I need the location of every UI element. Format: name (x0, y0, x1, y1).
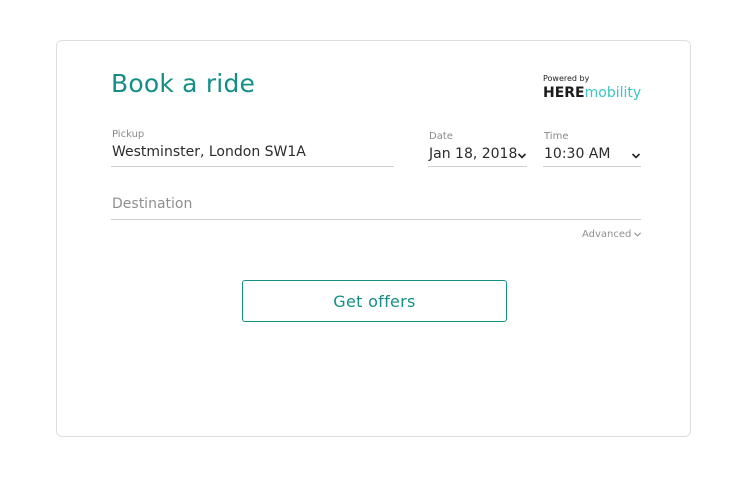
booking-card: Book a ride Powered by HEREmobility Pick… (56, 40, 691, 437)
brand-mobility-text: mobility (584, 85, 642, 101)
destination-underline (111, 219, 641, 220)
chevron-down-icon[interactable] (517, 151, 527, 161)
advanced-label: Advanced (582, 229, 632, 240)
pickup-label: Pickup (112, 129, 145, 140)
date-select[interactable]: Jan 18, 2018 (429, 146, 517, 162)
page-title: Book a ride (111, 69, 256, 98)
time-label: Time (544, 131, 569, 142)
date-underline (428, 166, 527, 167)
powered-by-label: Powered by (543, 74, 590, 83)
pickup-underline (111, 166, 394, 167)
date-label: Date (429, 131, 453, 142)
destination-input[interactable]: Destination (112, 196, 192, 212)
brand-here-text: HERE (543, 85, 585, 101)
chevron-down-icon (634, 231, 642, 237)
time-underline (543, 166, 641, 167)
get-offers-button[interactable]: Get offers (242, 280, 507, 322)
brand-logo: Powered by HEREmobility (543, 74, 643, 102)
pickup-input[interactable]: Westminster, London SW1A (112, 144, 306, 160)
chevron-down-icon[interactable] (631, 151, 641, 161)
time-select[interactable]: 10:30 AM (544, 146, 610, 162)
advanced-toggle[interactable]: Advanced (582, 229, 642, 240)
brand-wordmark: HEREmobility (543, 84, 643, 102)
